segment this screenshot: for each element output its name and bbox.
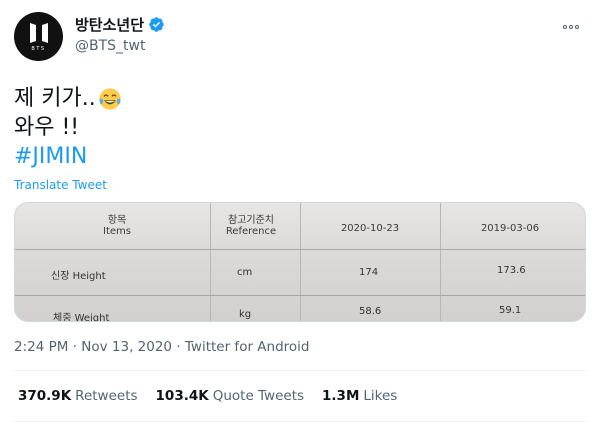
quote-tweets-stat[interactable]: 103.4K Quote Tweets [156,388,305,404]
retweets-label: Retweets [75,388,138,404]
likes-label: Likes [363,388,398,404]
quote-tweets-label: Quote Tweets [212,388,305,404]
divider [14,370,586,371]
translate-tweet-link[interactable]: Translate Tweet [14,178,107,192]
header-items-en: Items [103,226,131,237]
tweet-card: BTS 방탄소년단 @BTS_twt 제 키가.. 와우 !! #JIMIN T… [0,0,603,426]
header-date-2019-text: 2019-03-06 [480,223,540,234]
header-date-2019: 2019-03-06 [470,223,550,234]
row-weight-item: 체중 Weight [53,313,110,322]
table-row-rule [15,295,585,296]
header-items-ko: 항목 [107,215,127,226]
header-reference-ko: 참고기준치 [228,215,274,226]
divider-bottom [14,421,586,422]
tweet-line-2-text: 와우 !! [14,115,80,140]
row-height-2020: 174 [359,267,379,278]
verified-badge-icon [149,17,164,32]
quote-tweets-count: 103.4K [155,388,209,404]
display-name-row: 방탄소년단 [75,14,165,35]
face-with-tears-of-joy-emoji-icon [99,87,121,110]
table-column-divider [440,203,441,321]
row-height-item: 신장 Height [51,271,106,282]
table-header-rule [15,249,585,250]
display-name[interactable]: 방탄소년단 [75,14,144,35]
row-height-2019: 173.6 [497,265,526,276]
tweet-line-1-text: 제 키가.. [14,86,96,111]
row-height-reference: cm [237,267,253,278]
header-items: 항목 Items [87,211,147,237]
table-column-divider [300,203,301,321]
retweets-stat[interactable]: 370.9K Retweets [18,388,138,404]
tweet-line-1: 제 키가.. [14,84,122,113]
retweets-count: 370.9K [18,388,72,404]
bts-logo-icon [29,23,48,43]
tweet-media-photo[interactable]: 항목 Items 참고기준치 Reference 2020-10-23 2019… [14,202,586,322]
photo-content: 항목 Items 참고기준치 Reference 2020-10-23 2019… [15,203,585,321]
header-reference: 참고기준치 Reference [211,211,291,237]
header-date-2020: 2020-10-23 [330,223,410,234]
likes-stat[interactable]: 1.3M Likes [322,388,397,404]
likes-count: 1.3M [322,388,360,404]
avatar[interactable]: BTS [14,12,63,61]
tweet-line-2: 와우 !! [14,113,122,142]
avatar-logo-text: BTS [31,46,46,52]
hashtag-link[interactable]: #JIMIN [14,142,87,171]
row-weight-reference: kg [239,309,252,320]
user-name-block: 방탄소년단 @BTS_twt [75,14,165,54]
more-options-icon[interactable] [563,22,583,32]
user-handle[interactable]: @BTS_twt [75,38,165,54]
row-weight-2020: 58.6 [359,306,382,317]
header-reference-en: Reference [225,226,277,237]
tweet-line-3: #JIMIN [14,142,122,171]
tweet-timestamp-source[interactable]: 2:24 PM · Nov 13, 2020 · Twitter for And… [14,339,309,355]
header-date-2020-text: 2020-10-23 [340,223,400,234]
tweet-stats: 370.9K Retweets 103.4K Quote Tweets 1.3M… [18,388,397,404]
row-weight-2019: 59.1 [499,305,522,316]
tweet-text: 제 키가.. 와우 !! #JIMIN [14,84,122,171]
